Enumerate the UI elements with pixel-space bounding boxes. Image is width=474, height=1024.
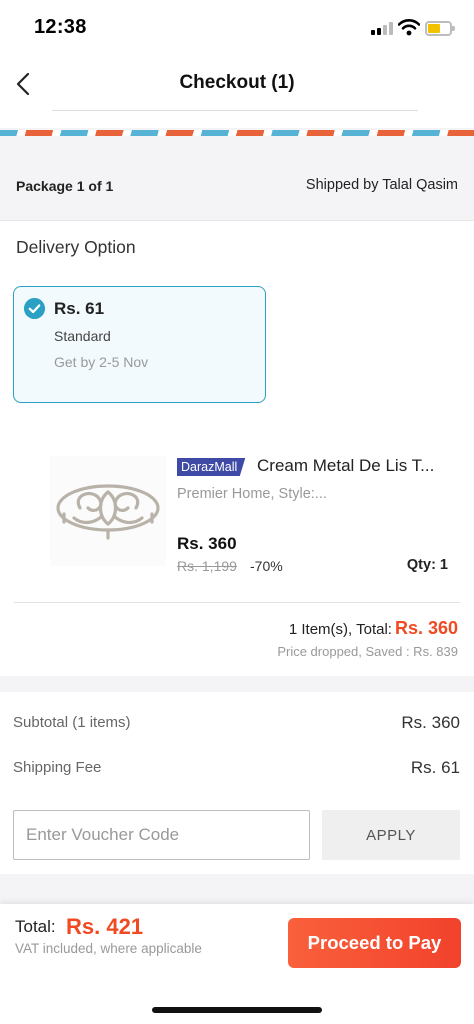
airmail-border [0,130,474,136]
shipping-fee-label: Shipping Fee [13,759,102,776]
package-total: 1 Item(s), Total: Rs. 360 [289,618,458,639]
order-summary: Subtotal (1 items) Rs. 360 Shipping Fee … [0,692,474,874]
product-image[interactable] [50,456,166,566]
delivery-option-title: Delivery Option [16,237,136,257]
subtotal-label: Subtotal (1 items) [13,714,131,731]
total-amount: Rs. 421 [66,914,144,939]
header: Checkout (1) [0,56,474,128]
home-indicator[interactable] [152,1007,322,1013]
product-price: Rs. 360 [177,534,237,553]
page-title: Checkout (1) [179,72,295,93]
vat-note: VAT included, where applicable [15,941,202,956]
header-divider [52,110,418,111]
apply-voucher-button[interactable]: APPLY [322,810,460,860]
status-time: 12:38 [34,16,87,38]
delivery-eta: Get by 2-5 Nov [54,354,149,370]
package-saved: Price dropped, Saved : Rs. 839 [277,644,458,659]
home-area [0,982,474,1024]
battery-icon [425,21,455,36]
status-bar: 12:38 [0,0,474,56]
product-discount: -70% [250,558,283,574]
delivery-price: Rs. 61 [54,299,105,318]
package-header: Package 1 of 1 Shipped by Talal Qasim [0,140,474,220]
signal-icon [371,22,393,35]
delivery-option-standard[interactable]: Rs. 61 Standard Get by 2-5 Nov [13,286,266,403]
checkout-footer: Total: Rs. 421 VAT included, where appli… [0,904,474,982]
total-label: Total: [15,917,56,936]
delivery-name: Standard [54,328,111,344]
product-quantity: Qty: 1 [406,557,448,573]
proceed-to-pay-button[interactable]: Proceed to Pay [288,918,461,968]
product-original-price: Rs. 1,199 [177,558,237,574]
shipped-by: Shipped by Talal Qasim [305,177,458,193]
voucher-code-input[interactable] [13,810,310,860]
darazmall-badge: DarazMall [177,458,246,476]
package-label: Package 1 of 1 [16,178,114,194]
product-name[interactable]: Cream Metal De Lis T... [257,456,457,476]
package-total-amount: Rs. 360 [394,618,458,638]
package-total-label: 1 Item(s), Total: [288,621,392,638]
delivery-section: Delivery Option Rs. 61 Standard Get by 2… [0,220,474,676]
shipping-fee-value: Rs. 61 [410,758,460,777]
subtotal-value: Rs. 360 [401,713,460,732]
check-circle-icon [24,298,45,319]
product-variant: Premier Home, Style:... [177,486,327,502]
divider [14,602,460,603]
wifi-icon [398,19,420,36]
